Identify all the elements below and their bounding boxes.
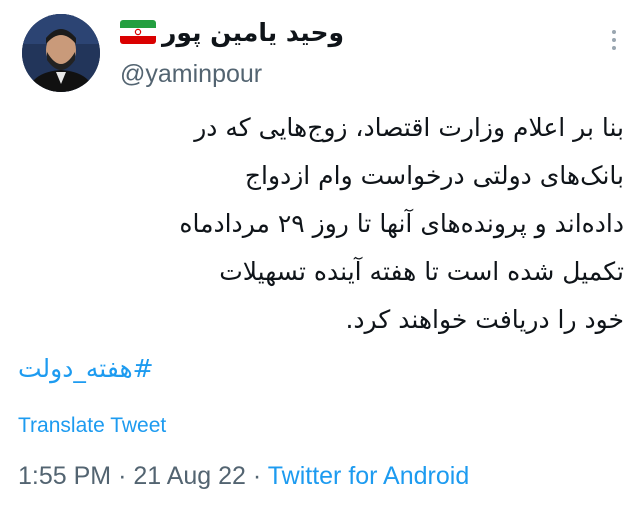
tweet-text-line: تکمیل شده است تا هفته آینده تسهیلات [219,257,624,286]
display-name[interactable]: وحید یامین پور [162,18,344,47]
translate-tweet-link[interactable]: Translate Tweet [18,414,166,438]
user-handle[interactable]: @yaminpour [120,60,344,89]
meta-separator: · [252,462,262,490]
tweet-text-line: خود را دریافت خواهند کرد. [345,305,624,334]
hashtag-link[interactable]: #هفته_دولت [18,354,154,383]
tweet-time[interactable]: 1:55 PM [18,462,111,490]
tweet-metadata: 1:55 PM · 21 Aug 22 · Twitter for Androi… [18,462,469,491]
tweet-date[interactable]: 21 Aug 22 [133,462,246,490]
avatar-image [22,14,100,92]
avatar[interactable] [22,14,100,92]
tweet-source-link[interactable]: Twitter for Android [268,462,469,490]
iran-flag-icon [120,20,156,44]
tweet-text-line: بنا بر اعلام وزارت اقتصاد، زوج‌هایی که د… [194,113,624,142]
meta-separator: · [118,462,127,490]
tweet-text-line: بانک‌های دولتی درخواست وام ازدواج [244,161,624,190]
author-block: وحید یامین پور @yaminpour [120,12,344,89]
more-options-icon[interactable] [610,28,618,52]
tweet-text-line: داده‌اند و پرونده‌های آنها تا روز ۲۹ مرد… [179,209,624,238]
name-row: وحید یامین پور [120,12,344,52]
tweet-text: بنا بر اعلام وزارت اقتصاد، زوج‌هایی که د… [40,104,624,344]
tweet-card: وحید یامین پور @yaminpour بنا بر اعلام و… [0,0,640,514]
